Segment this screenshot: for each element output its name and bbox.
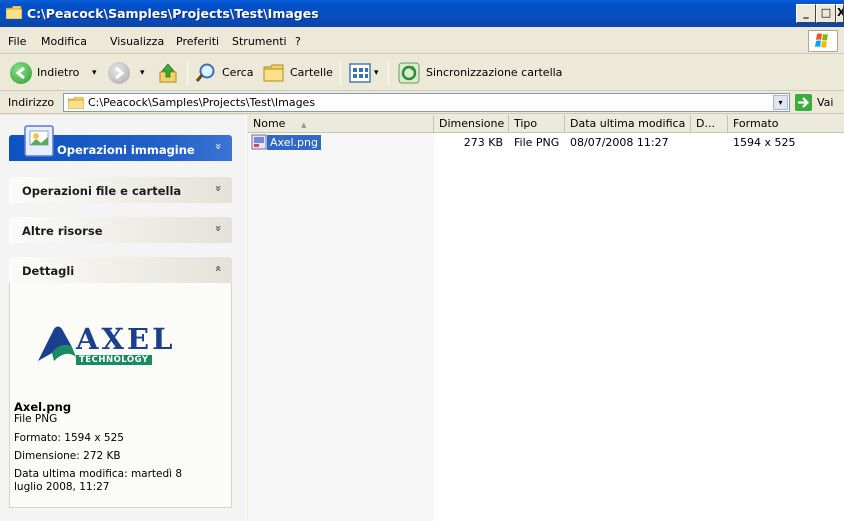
file-type: File PNG: [514, 136, 560, 149]
axel-logo-mark-icon: [38, 326, 76, 361]
column-label: Formato: [733, 117, 779, 130]
details-modified-line2: luglio 2008, 11:27: [14, 481, 110, 493]
panel-label: Altre risorse: [22, 224, 103, 238]
address-input[interactable]: C:\Peacock\Samples\Projects\Test\Images …: [63, 93, 790, 112]
file-format: 1594 x 525: [733, 136, 796, 149]
details-file-type: File PNG: [14, 413, 58, 425]
chevron-up-icon[interactable]: «: [212, 265, 225, 272]
file-size: 273 KB: [463, 136, 503, 149]
details-modified-line1: Data ultima modifica: martedì 8: [14, 468, 183, 480]
close-button[interactable]: X: [836, 4, 844, 23]
panel-label: Dettagli: [22, 264, 75, 278]
explorer-window: C:\Peacock\Samples\Projects\Test\Images …: [0, 0, 844, 521]
panel-label: Operazioni immagine: [57, 143, 195, 157]
address-label: Indirizzo: [8, 96, 55, 109]
menu-bar: File Modifica Visualizza Preferiti Strum…: [0, 28, 844, 54]
chevron-down-icon[interactable]: »: [212, 225, 225, 232]
details-size: Dimensione: 272 KB: [14, 450, 121, 462]
column-header-name[interactable]: Nome ▲: [248, 115, 434, 133]
panel-image-tasks[interactable]: Operazioni immagine »: [9, 125, 232, 161]
forward-arrow-icon[interactable]: [108, 62, 130, 84]
address-bar: Indirizzo C:\Peacock\Samples\Projects\Te…: [0, 91, 844, 114]
panel-label: Operazioni file e cartella: [22, 184, 182, 198]
image-tasks-icon: [24, 125, 54, 157]
axel-logo: AXEL TECHNOLOGY: [32, 322, 192, 375]
back-button[interactable]: Indietro: [37, 62, 79, 84]
title-bar[interactable]: C:\Peacock\Samples\Projects\Test\Images …: [0, 0, 844, 27]
toolbar-separator: [187, 61, 188, 85]
minimize-button[interactable]: _: [796, 4, 816, 23]
column-header-type[interactable]: Tipo: [509, 115, 565, 133]
up-folder-icon[interactable]: [157, 62, 179, 84]
go-button[interactable]: Vai: [817, 96, 833, 109]
column-header-format[interactable]: Formato: [728, 115, 844, 133]
menu-strumenti[interactable]: Strumenti: [232, 35, 287, 48]
png-file-icon: [251, 134, 267, 150]
go-arrow-icon[interactable]: [795, 94, 812, 111]
file-list[interactable]: Nome ▲ Dimensione Tipo Data ultima modif…: [248, 115, 844, 521]
address-value: C:\Peacock\Samples\Projects\Test\Images: [88, 96, 316, 109]
menu-modifica[interactable]: Modifica: [41, 35, 87, 48]
sync-icon[interactable]: [398, 62, 420, 84]
sync-button[interactable]: Sincronizzazione cartella: [426, 62, 562, 84]
folder-icon: [68, 97, 84, 109]
column-label: D...: [696, 117, 715, 130]
maximize-button[interactable]: □: [816, 4, 836, 23]
panel-file-folder-tasks[interactable]: Operazioni file e cartella »: [9, 177, 232, 203]
column-label: Data ultima modifica: [570, 117, 686, 130]
logo-text: AXEL: [76, 322, 176, 356]
column-label: Tipo: [514, 117, 538, 130]
file-name[interactable]: Axel.png: [267, 135, 321, 150]
menu-preferiti[interactable]: Preferiti: [176, 35, 219, 48]
chevron-down-icon[interactable]: »: [212, 185, 225, 192]
address-dropdown-icon[interactable]: ▾: [773, 95, 788, 110]
column-label: Nome: [253, 117, 286, 130]
details-body: AXEL TECHNOLOGY Axel.png File PNG Format…: [9, 283, 232, 508]
menu-visualizza[interactable]: Visualizza: [110, 35, 164, 48]
back-arrow-icon[interactable]: [10, 62, 32, 84]
task-pane: Operazioni immagine » Operazioni file e …: [0, 115, 247, 521]
sort-ascending-icon: ▲: [300, 121, 307, 129]
details-format: Formato: 1594 x 525: [14, 432, 124, 444]
file-modified: 08/07/2008 11:27: [570, 136, 669, 149]
column-label: Dimensione: [439, 117, 505, 130]
panel-details[interactable]: Dettagli «: [9, 257, 232, 283]
window-title: C:\Peacock\Samples\Projects\Test\Images: [27, 6, 319, 21]
search-button[interactable]: Cerca: [222, 62, 254, 84]
toolbar-separator: [388, 61, 389, 85]
views-dropdown-icon[interactable]: ▾: [374, 62, 379, 84]
back-dropdown-icon[interactable]: ▾: [92, 62, 97, 84]
toolbar: Indietro ▾ ▾ Cerca Cartelle ▾ Sincronizz…: [0, 55, 844, 91]
menu-help[interactable]: ?: [295, 35, 301, 48]
column-header-size[interactable]: Dimensione: [434, 115, 509, 133]
forward-dropdown-icon[interactable]: ▾: [140, 62, 145, 84]
column-header-modified[interactable]: Data ultima modifica: [565, 115, 691, 133]
chevron-down-icon[interactable]: »: [212, 143, 225, 150]
views-icon[interactable]: [349, 63, 371, 83]
column-header-d[interactable]: D...: [691, 115, 728, 133]
toolbar-separator: [340, 61, 341, 85]
sorted-column-background: [248, 133, 434, 521]
details-file-name: Axel.png: [14, 400, 72, 414]
menu-file[interactable]: File: [8, 35, 26, 48]
panel-other-places[interactable]: Altre risorse »: [9, 217, 232, 243]
logo-subtext: TECHNOLOGY: [76, 355, 152, 365]
folders-icon[interactable]: [263, 63, 285, 83]
folder-icon: [6, 6, 22, 19]
windows-logo-icon: [808, 30, 838, 52]
search-icon[interactable]: [195, 62, 217, 84]
folders-button[interactable]: Cartelle: [290, 62, 333, 84]
